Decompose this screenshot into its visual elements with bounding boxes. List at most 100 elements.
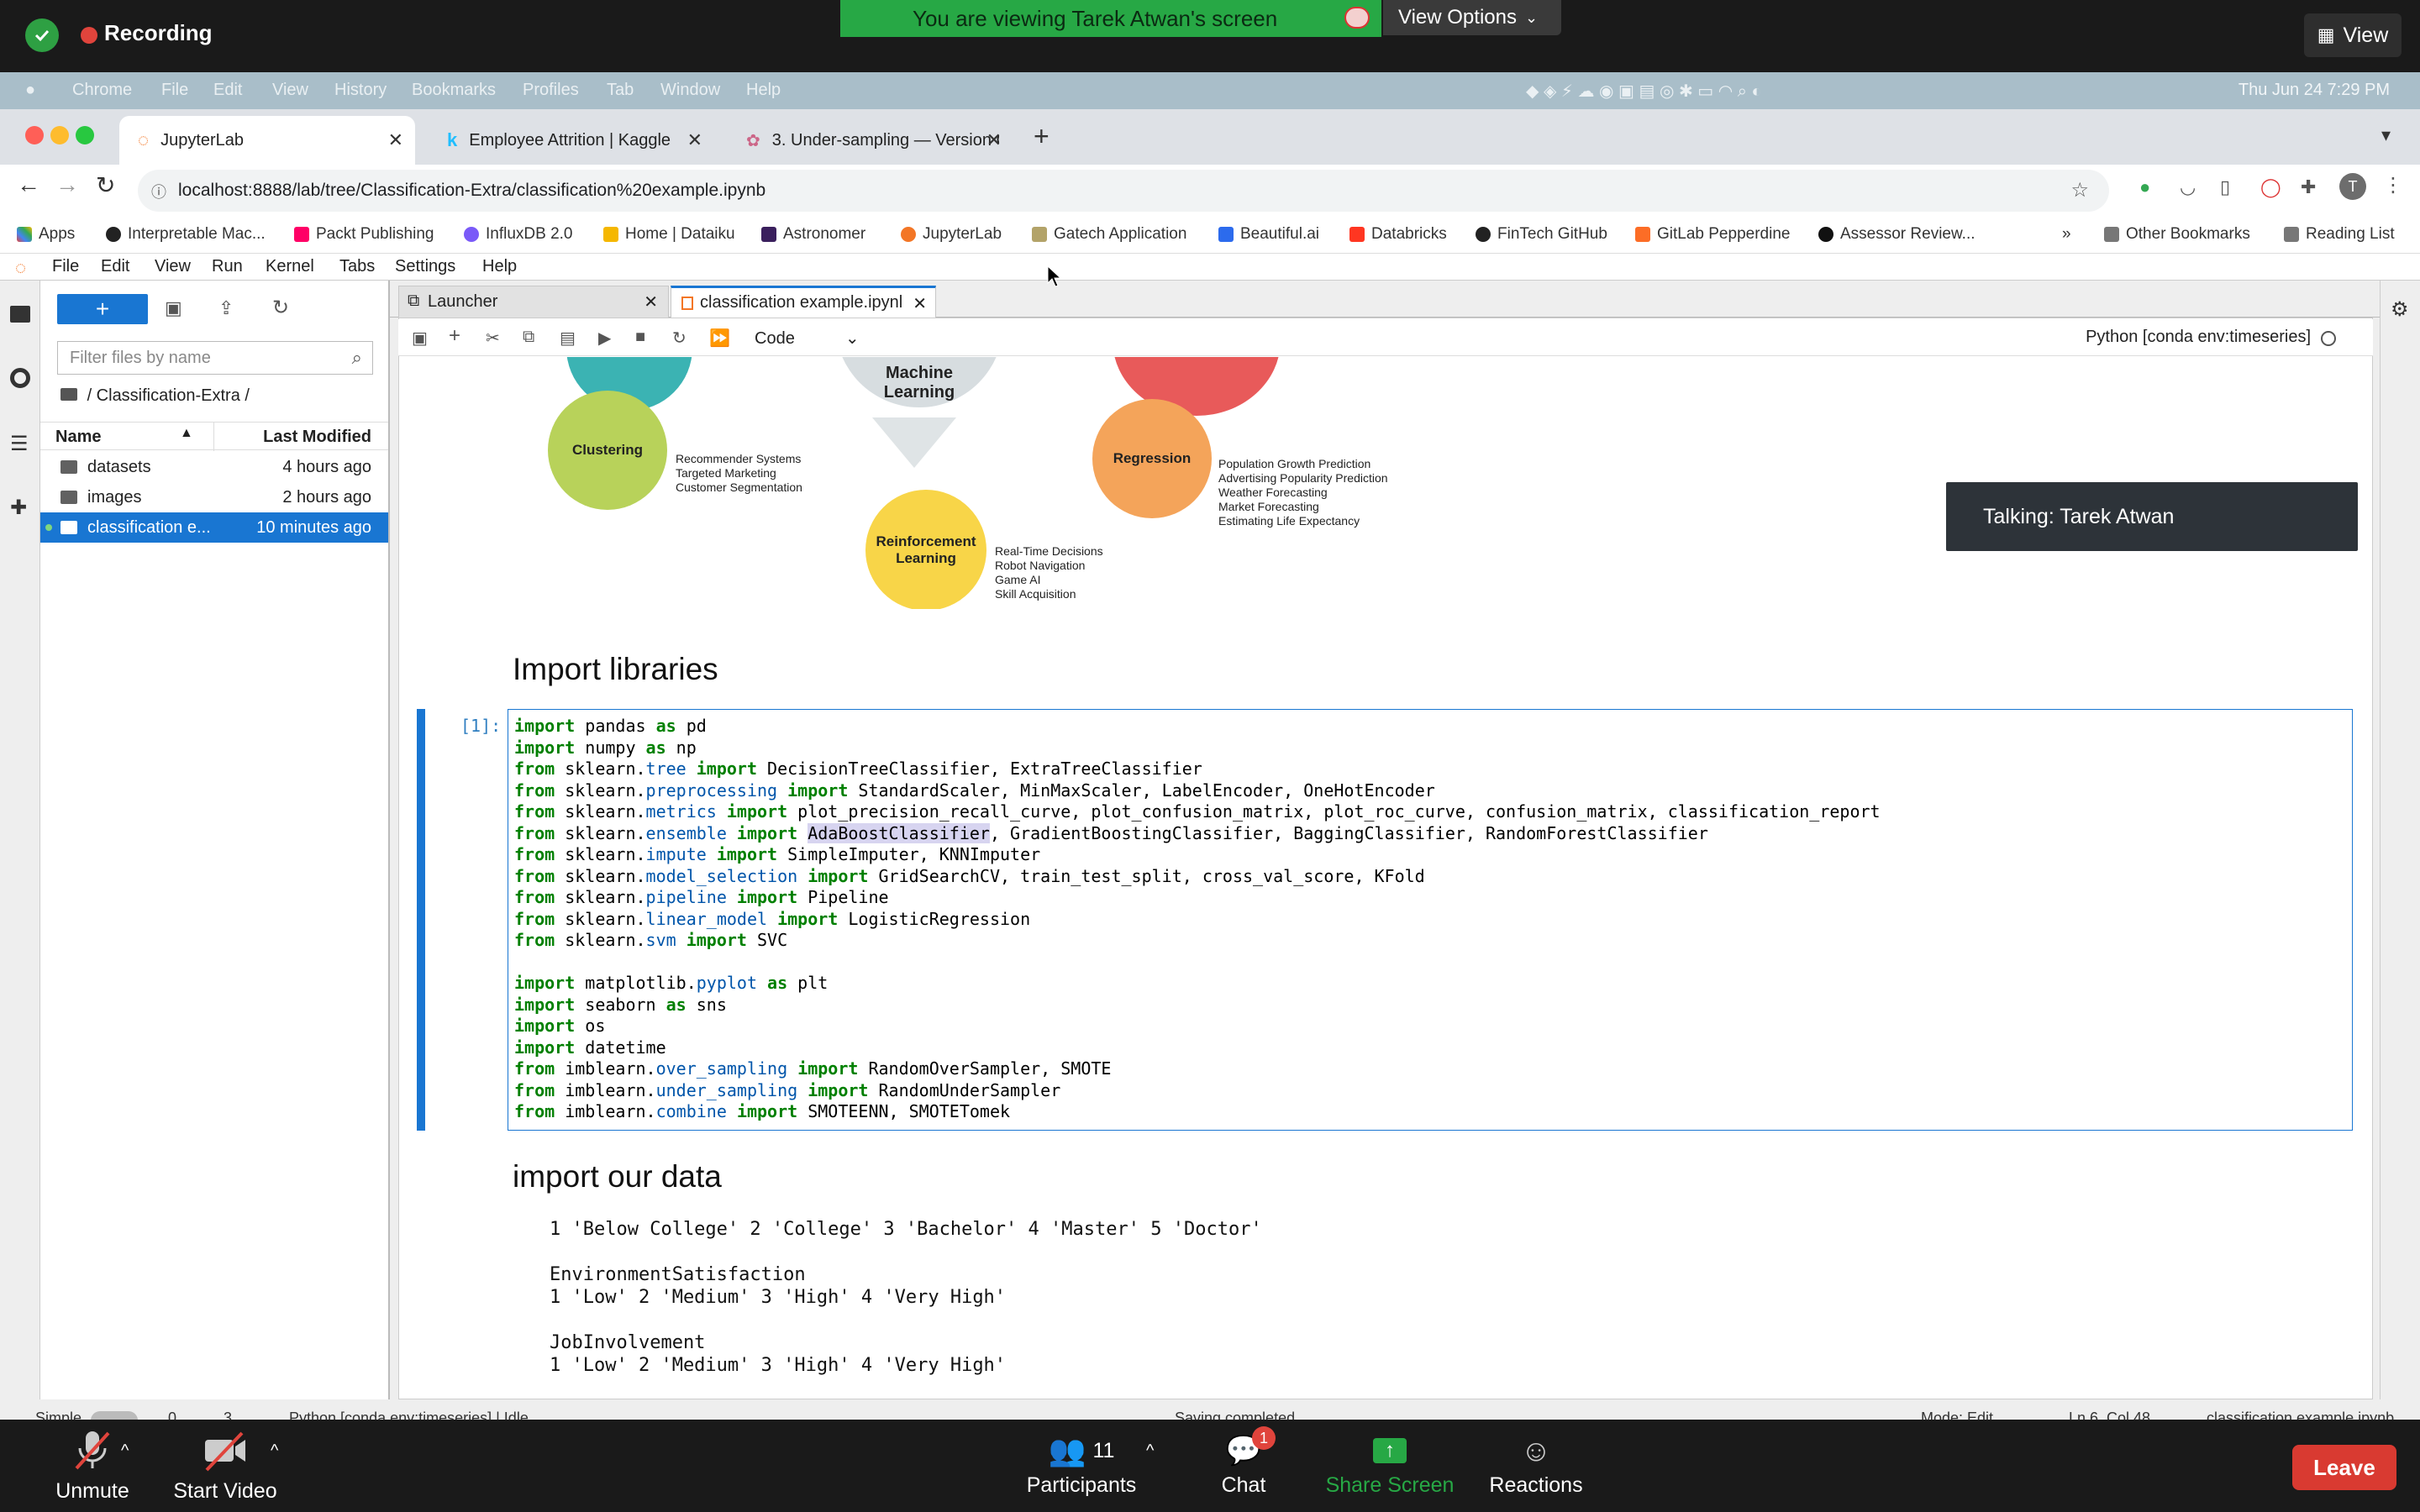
- mac-menu-item[interactable]: Edit: [213, 81, 242, 100]
- menu-view[interactable]: View: [155, 257, 191, 276]
- bookmark-gatech[interactable]: Gatech Application: [1032, 225, 1186, 244]
- file-row-notebook[interactable]: classification e... 10 minutes ago: [40, 512, 388, 543]
- mac-menu-item[interactable]: Bookmarks: [412, 81, 496, 100]
- run-icon[interactable]: ▶: [598, 328, 611, 349]
- fast-forward-icon[interactable]: ⏩: [709, 328, 730, 349]
- running-icon[interactable]: [10, 368, 30, 388]
- star-icon[interactable]: ☆: [2070, 178, 2089, 202]
- audio-options-chevron-icon[interactable]: ^: [121, 1441, 129, 1461]
- extension-icon[interactable]: ✚: [10, 496, 27, 520]
- menu-run[interactable]: Run: [212, 257, 243, 276]
- bookmark-astronomer[interactable]: Astronomer: [761, 225, 865, 244]
- mac-menu-item[interactable]: View: [272, 81, 308, 100]
- close-tab-icon[interactable]: ✕: [388, 129, 403, 151]
- code-content[interactable]: import pandas as pd import numpy as np f…: [514, 716, 1881, 1123]
- close-tab-icon[interactable]: ✕: [644, 291, 658, 312]
- new-folder-icon[interactable]: ▣: [165, 297, 182, 319]
- security-shield-icon[interactable]: [25, 18, 59, 52]
- col-modified-header[interactable]: Last Modified: [263, 428, 371, 447]
- participants-button[interactable]: 👥 11 Participants: [1017, 1428, 1146, 1498]
- browser-tab-jupyterlab[interactable]: ◌ JupyterLab ✕: [119, 116, 415, 165]
- tab-classification-notebook[interactable]: classification example.ipynl ✕: [671, 286, 936, 318]
- forward-arrow-icon[interactable]: →: [55, 171, 79, 198]
- mac-menu-item[interactable]: Tab: [607, 81, 634, 100]
- file-filter-input[interactable]: Filter files by name ⌕: [57, 341, 373, 375]
- close-tab-icon[interactable]: ✕: [986, 129, 1002, 151]
- view-options-button[interactable]: View Options ⌄: [1383, 0, 1561, 35]
- file-row-datasets[interactable]: datasets 4 hours ago: [40, 452, 388, 482]
- bookmark-apps[interactable]: Apps: [17, 225, 75, 244]
- cut-icon[interactable]: ✂: [486, 328, 500, 349]
- back-arrow-icon[interactable]: ←: [17, 171, 40, 198]
- view-button[interactable]: ▦ View: [2304, 13, 2402, 57]
- paste-icon[interactable]: ▤: [560, 328, 576, 349]
- reload-icon[interactable]: ↻: [96, 171, 115, 199]
- address-bar[interactable]: ⓘ localhost:8888/lab/tree/Classification…: [138, 170, 2109, 212]
- close-window-icon[interactable]: [25, 126, 44, 144]
- mac-menu-item[interactable]: Chrome: [72, 81, 132, 100]
- bookmark-interpretable[interactable]: Interpretable Mac...: [106, 225, 266, 244]
- folder-icon[interactable]: [10, 306, 30, 323]
- stop-icon[interactable]: ■: [635, 328, 645, 347]
- browser-tab-undersampling[interactable]: ✿ 3. Under-sampling — Version C ✕: [728, 116, 1013, 165]
- menu-edit[interactable]: Edit: [101, 257, 129, 276]
- extension-page-icon[interactable]: ▯: [2220, 176, 2230, 198]
- bookmark-databricks[interactable]: Databricks: [1349, 225, 1447, 244]
- opera-icon[interactable]: ◯: [2260, 176, 2281, 198]
- mac-menu-item[interactable]: Profiles: [523, 81, 579, 100]
- mac-menu-item[interactable]: Window: [660, 81, 720, 100]
- kernel-name[interactable]: Python [conda env:timeseries]: [2086, 328, 2311, 347]
- bookmark-packt[interactable]: Packt Publishing: [294, 225, 434, 244]
- save-icon[interactable]: ▣: [412, 328, 428, 349]
- menu-kernel[interactable]: Kernel: [266, 257, 314, 276]
- menu-file[interactable]: File: [52, 257, 79, 276]
- bookmarks-overflow[interactable]: »: [2062, 225, 2071, 244]
- bookmark-beautiful[interactable]: Beautiful.ai: [1218, 225, 1319, 244]
- menu-settings[interactable]: Settings: [395, 257, 455, 276]
- mac-menu-item[interactable]: File: [161, 81, 188, 100]
- restart-icon[interactable]: ↻: [672, 328, 687, 349]
- browser-tab-kaggle[interactable]: k Employee Attrition | Kaggle ✕: [429, 116, 714, 165]
- grammarly-icon[interactable]: ●: [2139, 176, 2150, 198]
- menu-tabs[interactable]: Tabs: [339, 257, 375, 276]
- simple-mode-toggle[interactable]: [91, 1411, 138, 1420]
- copy-icon[interactable]: ⧉: [523, 328, 534, 347]
- tab-launcher[interactable]: ⧉ Launcher ✕: [398, 286, 669, 318]
- breadcrumb[interactable]: / Classification-Extra /: [60, 386, 250, 406]
- bookmark-influxdb[interactable]: InfluxDB 2.0: [464, 225, 573, 244]
- mac-menu-item[interactable]: Help: [746, 81, 781, 100]
- menu-help[interactable]: Help: [482, 257, 517, 276]
- reactions-button[interactable]: ☺ Reactions: [1484, 1428, 1588, 1498]
- bookmark-fintech-github[interactable]: FinTech GitHub: [1476, 225, 1607, 244]
- settings-gear-icon[interactable]: ⚙: [2391, 297, 2409, 322]
- mac-menu-item[interactable]: History: [334, 81, 387, 100]
- new-launcher-button[interactable]: +: [57, 294, 148, 324]
- participants-chevron-icon[interactable]: ^: [1146, 1441, 1154, 1461]
- start-video-button[interactable]: Start Video: [166, 1428, 284, 1504]
- share-screen-button[interactable]: ↑ Share Screen: [1316, 1428, 1464, 1498]
- unmute-button[interactable]: Unmute: [42, 1428, 143, 1504]
- bookmark-gitlab[interactable]: GitLab Pepperdine: [1635, 225, 1790, 244]
- bookmark-assessor[interactable]: Assessor Review...: [1818, 225, 1975, 244]
- cell-type-select[interactable]: Code ⌄: [755, 328, 860, 349]
- pocket-icon[interactable]: ◡: [2180, 176, 2196, 198]
- upload-icon[interactable]: ⇪: [218, 297, 234, 319]
- bookmark-other[interactable]: Other Bookmarks: [2104, 225, 2250, 244]
- file-row-images[interactable]: images 2 hours ago: [40, 482, 388, 512]
- new-tab-button[interactable]: +: [1034, 121, 1050, 152]
- reading-list-button[interactable]: Reading List: [2284, 225, 2395, 244]
- insert-cell-icon[interactable]: +: [449, 324, 460, 348]
- leave-button[interactable]: Leave: [2292, 1445, 2396, 1490]
- zoom-window-icon[interactable]: [76, 126, 94, 144]
- extensions-puzzle-icon[interactable]: ✚: [2301, 176, 2316, 198]
- tab-search-icon[interactable]: ▾: [2381, 124, 2391, 146]
- profile-avatar[interactable]: T: [2339, 173, 2366, 200]
- chrome-menu-icon[interactable]: ⋮: [2383, 173, 2403, 197]
- bookmark-jupyterlab[interactable]: JupyterLab: [901, 225, 1002, 244]
- refresh-icon[interactable]: ↻: [272, 296, 289, 320]
- close-tab-icon[interactable]: ✕: [913, 293, 927, 314]
- toc-icon[interactable]: ☰: [10, 432, 29, 456]
- minimize-window-icon[interactable]: [50, 126, 69, 144]
- col-name-header[interactable]: Name: [55, 428, 101, 447]
- bookmark-dataiku[interactable]: Home | Dataiku: [603, 225, 735, 244]
